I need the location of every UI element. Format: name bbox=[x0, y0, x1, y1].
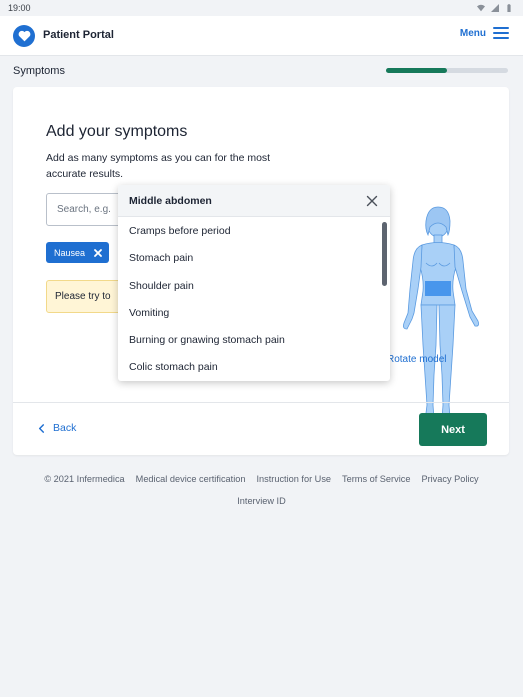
footer-link-privacy[interactable]: Privacy Policy bbox=[421, 474, 478, 484]
progress-fill bbox=[386, 68, 447, 73]
app-header: Patient Portal Menu bbox=[0, 16, 523, 56]
chevron-left-icon bbox=[38, 423, 45, 433]
notice-text: Please try to bbox=[55, 291, 111, 302]
close-icon[interactable] bbox=[366, 195, 378, 207]
symptom-chip[interactable]: Nausea bbox=[46, 242, 110, 263]
footer-link-certification[interactable]: Medical device certification bbox=[136, 474, 246, 484]
app-name: Patient Portal bbox=[43, 29, 114, 41]
footer-link-instructions[interactable]: Instruction for Use bbox=[256, 474, 331, 484]
back-button[interactable]: Back bbox=[38, 422, 76, 434]
next-button[interactable]: Next bbox=[419, 413, 487, 446]
back-label: Back bbox=[53, 422, 77, 434]
symptom-option[interactable]: Cramps before period bbox=[118, 218, 380, 245]
copyright: © 2021 Infermedica bbox=[44, 474, 125, 484]
interview-id-link[interactable]: Interview ID bbox=[0, 496, 523, 506]
status-icons bbox=[477, 4, 513, 12]
status-bar: 19:00 bbox=[0, 0, 523, 16]
dropdown-title: Middle abdomen bbox=[129, 195, 212, 207]
symptom-option[interactable]: Shoulder pain bbox=[118, 273, 380, 300]
signal-icon bbox=[491, 4, 499, 12]
section-title: Symptoms bbox=[13, 65, 65, 77]
symptom-option[interactable]: Colic stomach pain bbox=[118, 354, 380, 381]
footer-links: © 2021 Infermedica Medical device certif… bbox=[0, 474, 523, 484]
footer: © 2021 Infermedica Medical device certif… bbox=[0, 474, 523, 506]
wifi-icon bbox=[477, 4, 485, 12]
heart-icon bbox=[18, 30, 30, 42]
menu-label: Menu bbox=[459, 27, 486, 39]
rotate-model-label: Rotate model bbox=[387, 354, 447, 365]
symptom-option[interactable]: Vomiting bbox=[118, 300, 380, 327]
rotate-model-button[interactable]: Rotate model bbox=[387, 354, 446, 365]
symptom-option[interactable]: Stomach pain bbox=[118, 245, 380, 272]
symptom-option[interactable]: Burning or gnawing stomach pain bbox=[118, 327, 380, 354]
progress-bar bbox=[386, 68, 508, 73]
menu-button[interactable]: Menu bbox=[460, 27, 509, 39]
battery-icon bbox=[507, 4, 511, 12]
scrollbar-thumb[interactable] bbox=[382, 222, 387, 286]
remove-icon[interactable] bbox=[93, 248, 103, 258]
symptom-chip-label: Nausea bbox=[54, 247, 86, 258]
status-time: 19:00 bbox=[8, 3, 31, 13]
dropdown-header: Middle abdomen bbox=[118, 185, 390, 217]
page-title: Add your symptoms bbox=[46, 123, 188, 140]
hamburger-icon bbox=[493, 27, 509, 39]
footer-link-terms[interactable]: Terms of Service bbox=[342, 474, 410, 484]
body-model[interactable] bbox=[392, 205, 484, 427]
page-subtitle: Add as many symptoms as you can for the … bbox=[46, 152, 271, 180]
symptom-list: Cramps before period Stomach pain Should… bbox=[118, 218, 380, 381]
scrollbar[interactable] bbox=[382, 219, 387, 377]
body-part-dropdown: Middle abdomen Cramps before period Stom… bbox=[118, 185, 390, 381]
divider bbox=[13, 402, 509, 403]
logo[interactable] bbox=[13, 25, 35, 47]
